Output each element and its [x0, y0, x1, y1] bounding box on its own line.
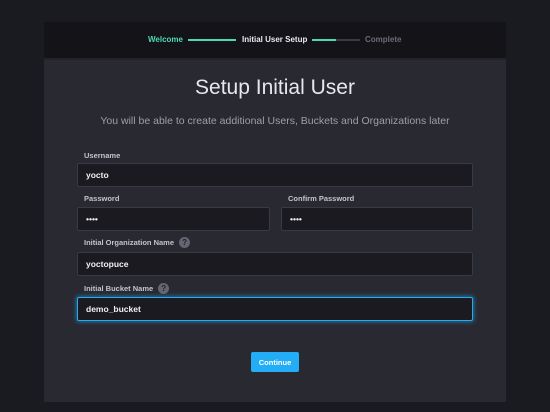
password-label: Password — [84, 194, 120, 203]
username-input[interactable]: yocto — [77, 163, 473, 187]
help-icon[interactable]: ? — [158, 283, 170, 294]
step-complete: Complete — [365, 35, 402, 44]
step-welcome: Welcome — [148, 35, 183, 44]
step-connector-progress — [312, 39, 336, 41]
continue-button[interactable]: Continue — [251, 352, 299, 372]
step-initial-user-setup: Initial User Setup — [242, 35, 308, 44]
bucket-label: Initial Bucket Name ? — [84, 283, 170, 294]
setup-form-panel: Setup Initial User You will be able to c… — [44, 60, 506, 402]
bucket-input[interactable]: demo_bucket — [77, 297, 473, 321]
page-subtitle: You will be able to create additional Us… — [100, 115, 450, 127]
confirm-password-input[interactable]: •••• — [281, 207, 473, 231]
help-icon[interactable]: ? — [179, 237, 191, 248]
step-connector-remaining — [336, 39, 360, 41]
wizard-progress: Welcome Initial User Setup Complete — [44, 22, 506, 58]
organization-label: Initial Organization Name ? — [84, 237, 191, 248]
username-label: Username — [84, 151, 121, 160]
confirm-password-label: Confirm Password — [288, 194, 355, 203]
page-title: Setup Initial User — [195, 76, 355, 99]
step-connector — [188, 39, 236, 41]
organization-input[interactable]: yoctopuce — [77, 252, 473, 276]
password-input[interactable]: •••• — [77, 207, 270, 231]
